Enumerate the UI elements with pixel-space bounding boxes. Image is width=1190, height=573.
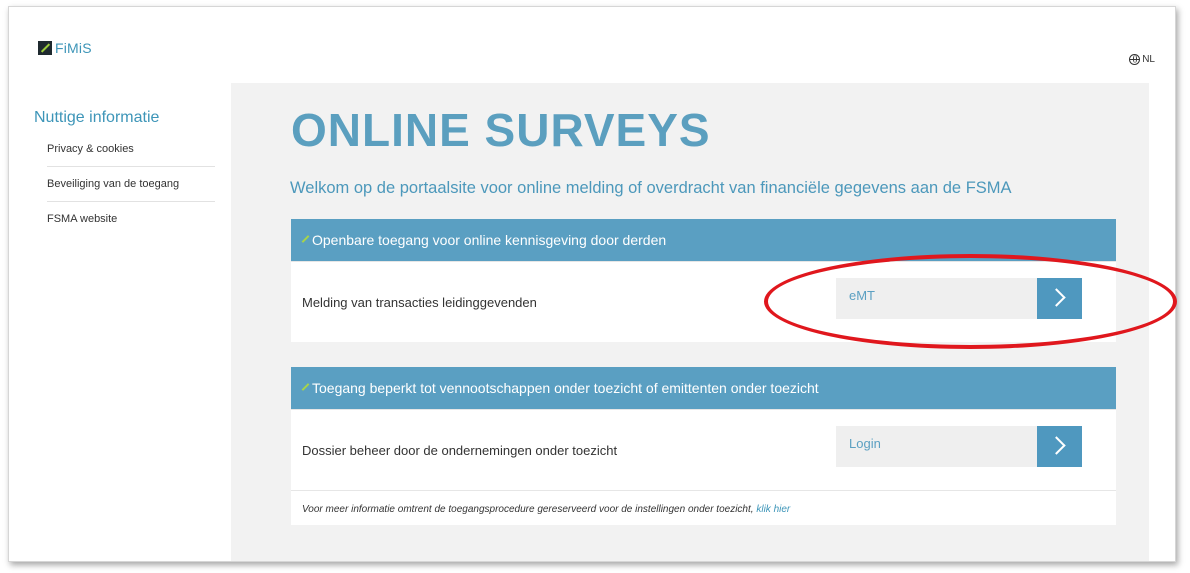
page-subtitle: Welkom op de portaalsite voor online mel…: [290, 179, 1012, 197]
info-note-text: Voor meer informatie omtrent de toegangs…: [302, 504, 757, 515]
sidebar-item-fsma-website[interactable]: FSMA website: [47, 202, 215, 236]
emt-button-label[interactable]: eMT: [836, 278, 1037, 319]
browser-frame: FiMiS NL Nuttige informatie Privacy & co…: [8, 6, 1176, 562]
list-item: Melding van transacties leidinggevenden …: [291, 261, 1116, 342]
info-note: Voor meer informatie omtrent de toegangs…: [291, 491, 1116, 528]
section-public-access: Openbare toegang voor online kennisgevin…: [291, 219, 1116, 342]
chevron-right-icon[interactable]: [1037, 278, 1082, 319]
main-content: ONLINE SURVEYS Welkom op de portaalsite …: [231, 83, 1149, 561]
login-button-label[interactable]: Login: [836, 426, 1037, 467]
language-selector[interactable]: NL: [1129, 54, 1155, 65]
globe-icon: [1129, 54, 1141, 65]
fimis-logo[interactable]: FiMiS: [38, 40, 92, 56]
chevron-right-icon[interactable]: [1037, 426, 1082, 467]
sidebar-item-security[interactable]: Beveiliging van de toegang: [47, 167, 215, 202]
sidebar: Nuttige informatie Privacy & cookies Bev…: [9, 83, 231, 561]
pencil-icon: [301, 383, 310, 392]
emt-button[interactable]: eMT: [836, 278, 1082, 319]
fimis-logo-mark-icon: [38, 41, 52, 55]
top-bar: FiMiS NL: [9, 7, 1175, 83]
section-restricted-access: Toegang beperkt tot vennootschappen onde…: [291, 367, 1116, 525]
section-header-label: Openbare toegang voor online kennisgevin…: [312, 232, 667, 248]
click-here-link[interactable]: klik hier: [756, 504, 790, 515]
pencil-icon: [301, 235, 310, 244]
section-header-label: Toegang beperkt tot vennootschappen onde…: [312, 380, 819, 396]
language-label: NL: [1142, 54, 1155, 65]
sidebar-title: Nuttige informatie: [34, 109, 160, 126]
sidebar-list: Privacy & cookies Beveiliging van de toe…: [47, 132, 215, 236]
sidebar-item-privacy[interactable]: Privacy & cookies: [47, 132, 215, 167]
login-button[interactable]: Login: [836, 426, 1082, 467]
logo-text: FiMiS: [55, 40, 92, 56]
page-title: ONLINE SURVEYS: [291, 104, 711, 156]
section-header: Toegang beperkt tot vennootschappen onde…: [291, 367, 1116, 409]
list-item: Dossier beheer door de ondernemingen ond…: [291, 409, 1116, 490]
section-header: Openbare toegang voor online kennisgevin…: [291, 219, 1116, 261]
row-label: Melding van transacties leidinggevenden: [302, 295, 537, 310]
row-label: Dossier beheer door de ondernemingen ond…: [302, 443, 618, 458]
info-note-row: Voor meer informatie omtrent de toegangs…: [291, 490, 1116, 525]
